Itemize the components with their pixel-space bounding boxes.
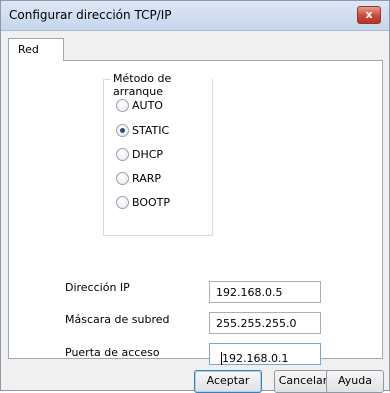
radio-button-selected[interactable] [116, 124, 129, 137]
title-bar[interactable]: Configurar dirección TCP/IP x [1, 1, 389, 31]
ip-address-label: Dirección IP [65, 281, 130, 294]
gateway-text: 192.168.0.1 [222, 352, 289, 365]
radio-button[interactable] [116, 99, 129, 112]
ip-address-field[interactable]: 192.168.0.5 [209, 281, 321, 303]
tab-label: Red [18, 43, 39, 56]
window-title: Configurar dirección TCP/IP [9, 8, 172, 22]
text-cursor [221, 352, 222, 365]
subnet-mask-value: 255.255.255.0 [216, 317, 297, 330]
tab-red[interactable]: Red [8, 38, 64, 61]
accept-label: Aceptar [206, 374, 250, 387]
subnet-mask-field[interactable]: 255.255.255.0 [209, 312, 321, 334]
boot-method-group: Método de arranque AUTO STATIC DHCP RARP [103, 72, 213, 236]
subnet-mask-label: Máscara de subred [65, 313, 170, 326]
ip-address-value: 192.168.0.5 [216, 286, 283, 299]
radio-label: BOOTP [132, 196, 171, 209]
radio-button[interactable] [116, 196, 129, 209]
cancel-button[interactable]: Cancelar [274, 370, 332, 393]
help-label: Ayuda [338, 374, 372, 387]
radio-label: DHCP [132, 148, 164, 161]
radio-label: AUTO [132, 99, 163, 112]
cancel-label: Cancelar [278, 374, 328, 387]
radio-button[interactable] [116, 148, 129, 161]
close-button[interactable]: x [357, 6, 381, 24]
gateway-label: Puerta de acceso [65, 346, 160, 359]
dialog-body: Red Método de arranque AUTO STATIC DHCP [1, 31, 389, 393]
close-icon: x [365, 8, 373, 21]
radio-label: STATIC [132, 124, 170, 137]
tcpip-dialog: Configurar dirección TCP/IP x Red Método… [0, 0, 390, 393]
boot-method-title: Método de arranque [111, 72, 212, 98]
radio-label: RARP [132, 172, 161, 185]
radio-button[interactable] [116, 172, 129, 185]
tab-panel-red: Método de arranque AUTO STATIC DHCP RARP [8, 60, 383, 365]
accept-button[interactable]: Aceptar [194, 370, 262, 393]
gateway-field[interactable]: 192.168.0.1 [209, 343, 321, 365]
help-button[interactable]: Ayuda [326, 370, 384, 393]
